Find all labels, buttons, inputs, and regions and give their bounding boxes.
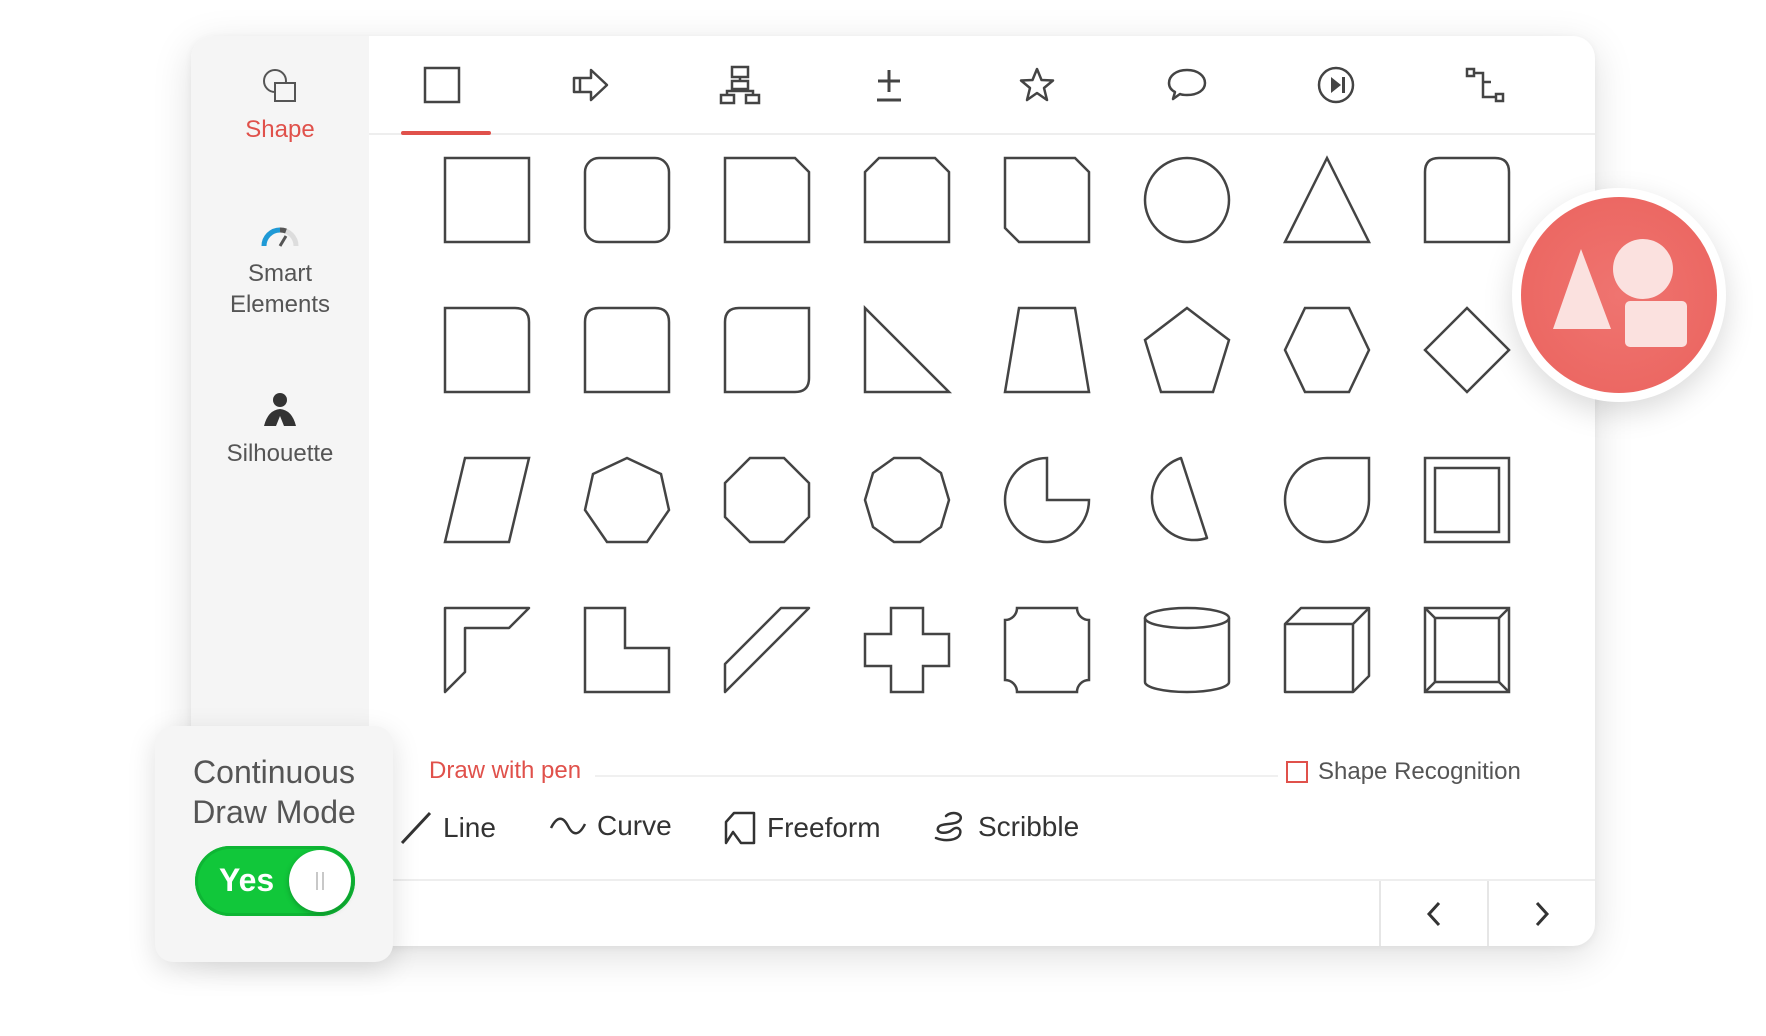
sidebar-item-label: Smart Elements — [229, 260, 331, 318]
square-icon — [423, 66, 461, 103]
toggle-label: Yes — [219, 862, 275, 898]
shape-trapezoid[interactable] — [1001, 304, 1093, 396]
shape-round-corner-rectangle[interactable] — [441, 304, 533, 396]
shape-triangle[interactable] — [1281, 154, 1373, 246]
shape-half-frame[interactable] — [441, 604, 533, 696]
gauge-icon — [261, 227, 299, 247]
silhouette-icon — [264, 393, 296, 426]
shape-round-two-corner-rectangle[interactable] — [1421, 154, 1513, 246]
sidebar-item-smart-elements[interactable]: Smart Elements — [191, 222, 369, 320]
tab-connectors[interactable] — [1430, 36, 1540, 133]
pen-section-label: Draw with pen — [429, 757, 596, 785]
shape-rectangle[interactable] — [441, 154, 533, 246]
scribble-icon — [934, 811, 963, 842]
shape-teardrop[interactable] — [1281, 454, 1373, 546]
shape-icon — [263, 69, 296, 102]
shape-pentagon[interactable] — [1141, 304, 1233, 396]
shape-frame[interactable] — [1421, 454, 1513, 546]
shape-round-top-rectangle[interactable] — [581, 304, 673, 396]
shape-round-diagonal-rectangle[interactable] — [721, 304, 813, 396]
draw-mode-title-line1: Continuous — [193, 754, 355, 790]
sidebar-item-shape[interactable]: Shape — [191, 66, 369, 145]
star-icon — [1019, 67, 1055, 101]
line-icon — [400, 811, 432, 845]
shape-chord[interactable] — [1141, 454, 1233, 546]
shapes-logo-icon — [1553, 239, 1687, 347]
pen-tool-label: Curve — [597, 810, 672, 841]
shape-diagonal-stripe[interactable] — [721, 604, 813, 696]
continuous-draw-card: Continuous Draw Mode Yes — [155, 726, 393, 962]
shapes-badge — [1512, 188, 1726, 402]
toggle-knob[interactable] — [289, 850, 351, 912]
shape-parallelogram[interactable] — [441, 454, 533, 546]
shape-recognition-label: Shape Recognition — [1318, 758, 1521, 785]
media-play-icon — [1317, 66, 1355, 103]
chevron-left-icon — [1426, 901, 1441, 926]
shape-hexagon[interactable] — [1281, 304, 1373, 396]
arrow-icon — [572, 68, 609, 101]
shape-decagon[interactable] — [861, 454, 953, 546]
org-chart-icon — [719, 65, 761, 104]
draw-mode-title: Continuous Draw Mode — [155, 752, 393, 832]
pen-tool-line[interactable]: Line — [399, 810, 496, 846]
freeform-icon — [724, 811, 756, 845]
tab-basic-shapes[interactable] — [387, 36, 497, 135]
shape-rounded-rectangle[interactable] — [581, 154, 673, 246]
next-page-button[interactable] — [1487, 881, 1595, 946]
shape-octagon[interactable] — [721, 454, 813, 546]
shape-heptagon[interactable] — [581, 454, 673, 546]
tab-math[interactable] — [834, 36, 944, 133]
tab-callouts[interactable] — [1132, 36, 1242, 133]
connector-icon — [1465, 67, 1505, 102]
sidebar-item-silhouette[interactable]: Silhouette — [191, 390, 369, 469]
curve-icon — [549, 817, 587, 835]
pen-tool-label: Line — [443, 812, 496, 843]
pen-tool-label: Freeform — [767, 812, 881, 843]
shape-cross[interactable] — [861, 604, 953, 696]
shape-bevel[interactable] — [1421, 604, 1513, 696]
prev-page-button[interactable] — [1379, 881, 1487, 946]
shape-pie[interactable] — [1001, 454, 1093, 546]
tab-stars[interactable] — [982, 36, 1092, 133]
shape-plaque[interactable] — [1001, 604, 1093, 696]
shape-l-shape[interactable] — [581, 604, 673, 696]
tab-org-chart[interactable] — [685, 36, 795, 133]
shape-snip-two-corner-rectangle[interactable] — [861, 154, 953, 246]
tab-media[interactable] — [1281, 36, 1391, 133]
shape-circle[interactable] — [1141, 154, 1233, 246]
shape-snip-diagonal-rectangle[interactable] — [1001, 154, 1093, 246]
pen-tool-freeform[interactable]: Freeform — [723, 810, 881, 846]
shape-diamond[interactable] — [1421, 304, 1513, 396]
speech-bubble-icon — [1167, 68, 1207, 100]
shape-snip-corner-rectangle[interactable] — [721, 154, 813, 246]
shapes-panel: Shape Smart Elements Silhouette Draw wit… — [191, 36, 1595, 946]
badge-circle — [1521, 197, 1717, 393]
sidebar-item-label: Silhouette — [226, 440, 334, 467]
pen-tool-label: Scribble — [978, 811, 1080, 842]
checkbox-icon[interactable] — [1286, 761, 1308, 783]
draw-mode-title-line2: Draw Mode — [192, 794, 356, 830]
shape-right-triangle[interactable] — [861, 304, 953, 396]
shape-cylinder[interactable] — [1141, 604, 1233, 696]
chevron-right-icon — [1535, 901, 1550, 926]
draw-mode-toggle[interactable]: Yes — [195, 846, 355, 916]
math-plus-minus-icon — [877, 69, 901, 101]
shape-recognition-checkbox[interactable]: Shape Recognition — [1278, 758, 1529, 786]
category-tabs — [369, 36, 1595, 135]
shape-cube[interactable] — [1281, 604, 1373, 696]
pen-tool-curve[interactable]: Curve — [549, 810, 672, 842]
tab-arrows[interactable] — [536, 36, 646, 133]
pen-tool-scribble[interactable]: Scribble — [932, 810, 1079, 844]
sidebar-item-label: Shape — [245, 116, 315, 143]
